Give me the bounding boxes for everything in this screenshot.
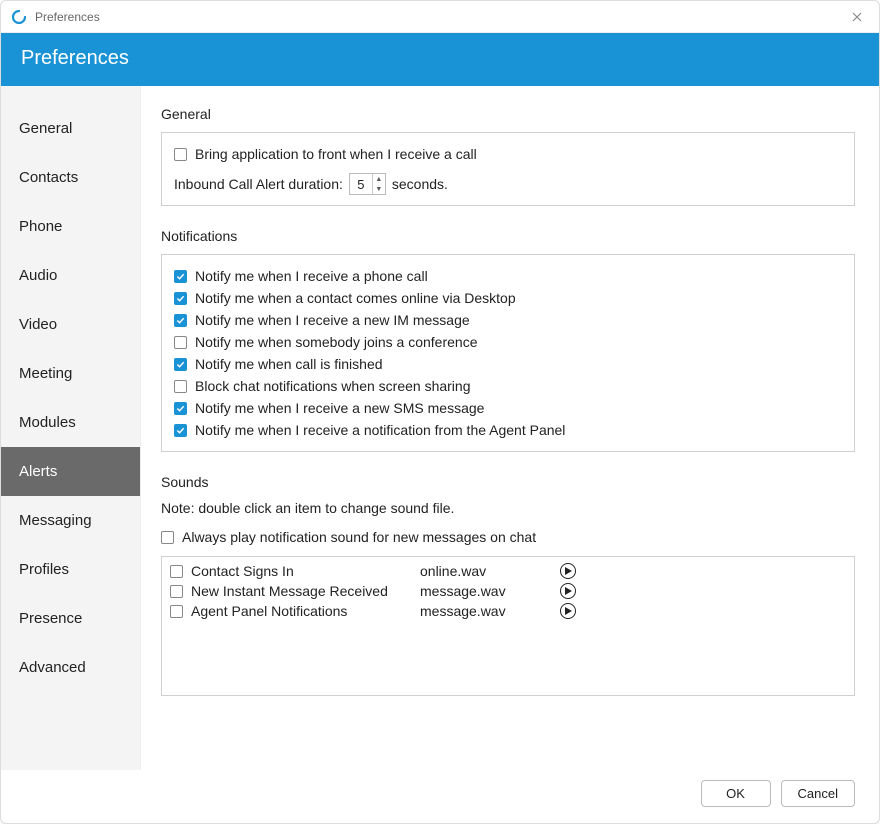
sidebar-item-video[interactable]: Video	[1, 300, 140, 349]
sound-row[interactable]: New Instant Message Received message.wav	[170, 581, 846, 601]
notification-label: Notify me when I receive a phone call	[195, 268, 428, 284]
sound-row[interactable]: Contact Signs In online.wav	[170, 561, 846, 581]
header-title: Preferences	[21, 47, 129, 69]
sidebar-item-phone[interactable]: Phone	[1, 202, 140, 251]
sidebar-item-contacts[interactable]: Contacts	[1, 153, 140, 202]
notification-row: Notify me when I receive a new IM messag…	[174, 309, 842, 331]
sidebar-item-audio[interactable]: Audio	[1, 251, 140, 300]
spinner-up-icon[interactable]: ▲	[373, 174, 385, 184]
duration-value: 5	[350, 177, 372, 192]
sound-name: New Instant Message Received	[191, 583, 388, 599]
notifications-box: Notify me when I receive a phone call Not…	[161, 254, 855, 452]
notification-row: Notify me when I receive a phone call	[174, 265, 842, 287]
preferences-window: Preferences Preferences GeneralContactsP…	[0, 0, 880, 824]
sidebar-item-alerts[interactable]: Alerts	[1, 447, 140, 496]
play-icon[interactable]	[560, 603, 576, 619]
window-title: Preferences	[35, 10, 100, 24]
notification-label: Notify me when a contact comes online vi…	[195, 290, 516, 306]
checkbox-notification[interactable]	[174, 270, 187, 283]
checkbox-sound[interactable]	[170, 585, 183, 598]
duration-spinner[interactable]: 5 ▲ ▼	[349, 173, 386, 195]
sidebar-item-general[interactable]: General	[1, 104, 140, 153]
checkbox-notification[interactable]	[174, 292, 187, 305]
section-title-general: General	[161, 106, 855, 122]
notification-row: Notify me when somebody joins a conferen…	[174, 331, 842, 353]
checkbox-notification[interactable]	[174, 358, 187, 371]
sound-file: message.wav	[420, 583, 560, 599]
play-icon[interactable]	[560, 563, 576, 579]
sidebar-item-meeting[interactable]: Meeting	[1, 349, 140, 398]
section-title-sounds: Sounds	[161, 474, 855, 490]
notification-row: Notify me when a contact comes online vi…	[174, 287, 842, 309]
play-icon[interactable]	[560, 583, 576, 599]
checkbox-notification[interactable]	[174, 424, 187, 437]
sound-table: Contact Signs In online.wav New Instant Me…	[161, 556, 855, 696]
notification-label: Notify me when I receive a notification …	[195, 422, 565, 438]
sidebar-item-modules[interactable]: Modules	[1, 398, 140, 447]
content: General Bring application to front when …	[141, 86, 879, 770]
checkbox-sound[interactable]	[170, 565, 183, 578]
header: Preferences	[1, 33, 879, 86]
sound-file: online.wav	[420, 563, 560, 579]
sidebar-item-advanced[interactable]: Advanced	[1, 643, 140, 692]
sound-row[interactable]: Agent Panel Notifications message.wav	[170, 601, 846, 621]
label-duration-prefix: Inbound Call Alert duration:	[174, 176, 343, 192]
sound-file: message.wav	[420, 603, 560, 619]
footer: OK Cancel	[1, 770, 879, 823]
sounds-box: Note: double click an item to change sou…	[161, 500, 855, 696]
notification-label: Notify me when call is finished	[195, 356, 383, 372]
notification-label: Notify me when I receive a new IM messag…	[195, 312, 470, 328]
checkbox-always-play[interactable]	[161, 531, 174, 544]
sidebar: GeneralContactsPhoneAudioVideoMeetingMod…	[1, 86, 141, 770]
titlebar: Preferences	[1, 1, 879, 33]
checkbox-bring-to-front[interactable]	[174, 148, 187, 161]
sounds-note: Note: double click an item to change sou…	[161, 500, 855, 516]
checkbox-notification[interactable]	[174, 314, 187, 327]
sound-name: Contact Signs In	[191, 563, 294, 579]
spinner-down-icon[interactable]: ▼	[373, 184, 385, 194]
label-bring-to-front: Bring application to front when I receiv…	[195, 146, 477, 162]
notification-row: Notify me when I receive a new SMS messa…	[174, 397, 842, 419]
checkbox-notification[interactable]	[174, 336, 187, 349]
general-box: Bring application to front when I receiv…	[161, 132, 855, 206]
notification-label: Notify me when I receive a new SMS messa…	[195, 400, 484, 416]
notification-row: Notify me when call is finished	[174, 353, 842, 375]
notification-row: Notify me when I receive a notification …	[174, 419, 842, 441]
sidebar-item-presence[interactable]: Presence	[1, 594, 140, 643]
checkbox-notification[interactable]	[174, 402, 187, 415]
sidebar-item-profiles[interactable]: Profiles	[1, 545, 140, 594]
checkbox-sound[interactable]	[170, 605, 183, 618]
checkbox-notification[interactable]	[174, 380, 187, 393]
section-title-notifications: Notifications	[161, 228, 855, 244]
app-icon	[11, 9, 27, 25]
label-duration-suffix: seconds.	[392, 176, 448, 192]
notification-label: Notify me when somebody joins a conferen…	[195, 334, 477, 350]
label-always-play: Always play notification sound for new m…	[182, 529, 536, 545]
ok-button[interactable]: OK	[701, 780, 771, 807]
sound-name: Agent Panel Notifications	[191, 603, 347, 619]
cancel-button[interactable]: Cancel	[781, 780, 855, 807]
sidebar-item-messaging[interactable]: Messaging	[1, 496, 140, 545]
close-icon[interactable]	[845, 5, 869, 29]
notification-row: Block chat notifications when screen sha…	[174, 375, 842, 397]
notification-label: Block chat notifications when screen sha…	[195, 378, 470, 394]
